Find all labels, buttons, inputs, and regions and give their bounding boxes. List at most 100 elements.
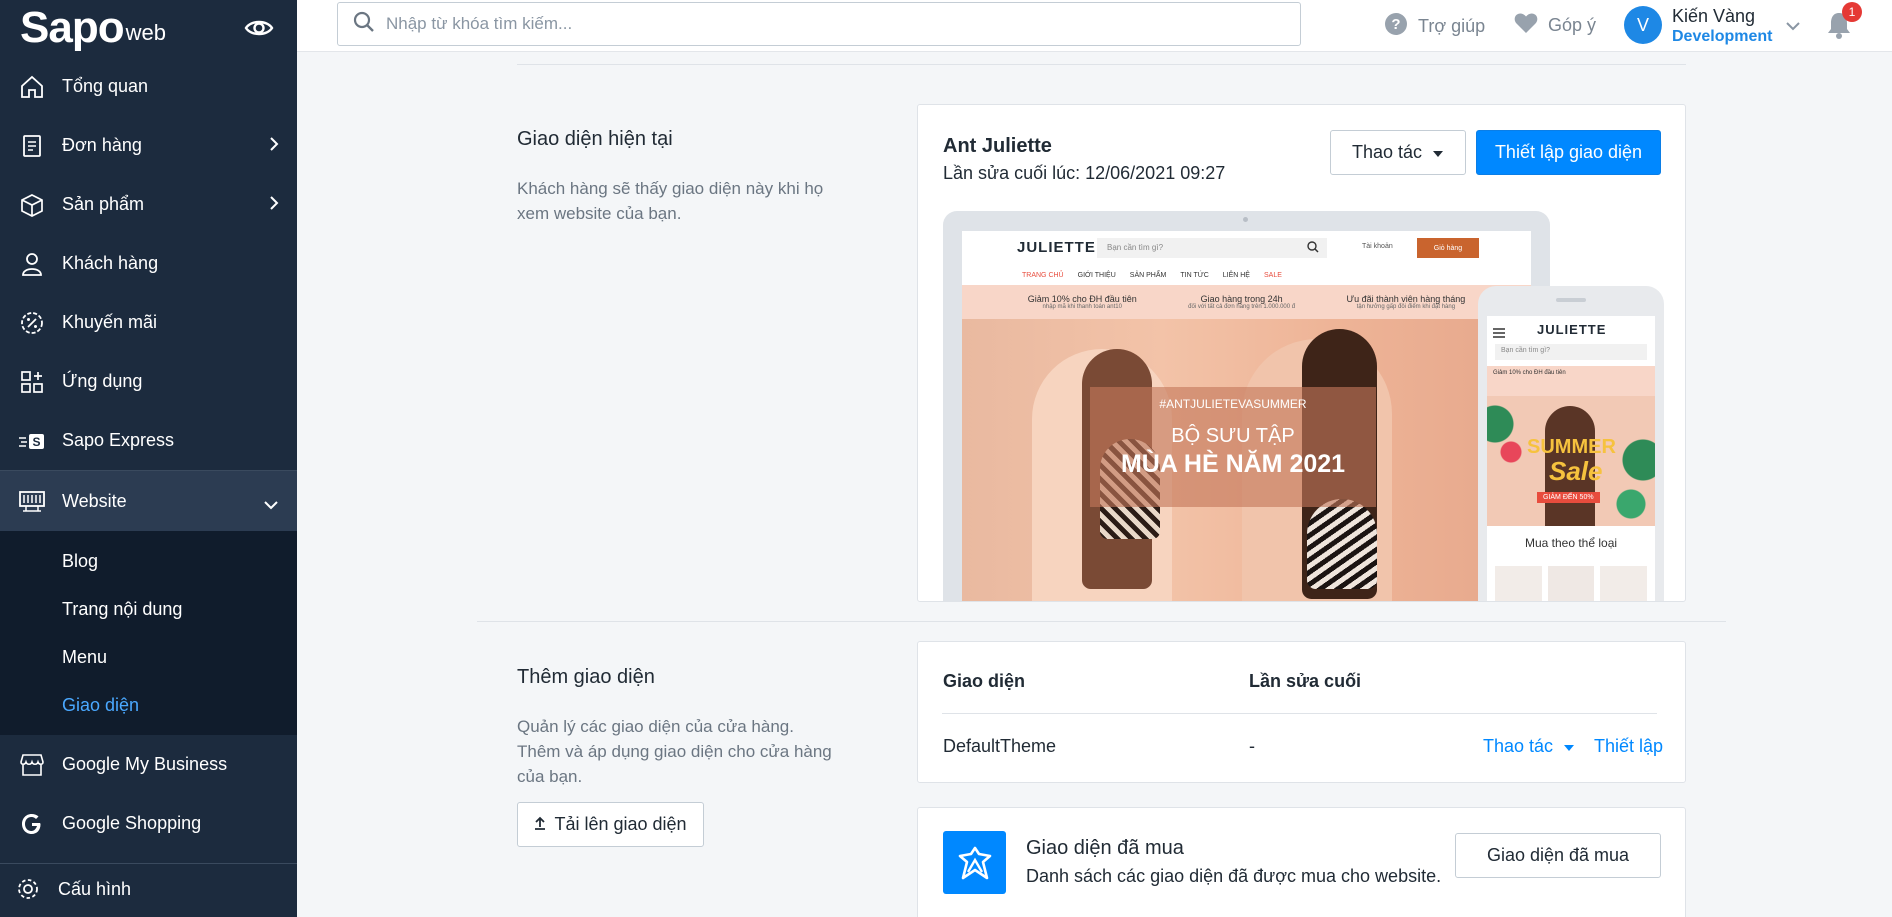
- divider: [517, 64, 1686, 65]
- preview-account: Tài khoản: [1362, 243, 1393, 250]
- theme-name: Ant Juliette: [943, 135, 1052, 157]
- preview-search: Bạn cần tìm gì?: [1097, 238, 1327, 258]
- mobile-preview-screen: JULIETTE Bạn cần tìm gì? Giảm 10% cho ĐH…: [1487, 316, 1655, 601]
- eye-icon[interactable]: [244, 14, 274, 47]
- theme-row-name: DefaultTheme: [943, 736, 1057, 756]
- sidebar-item-label: Google My Business: [62, 754, 228, 774]
- submenu-item-themes[interactable]: Giao diện: [0, 681, 297, 729]
- theme-action-button[interactable]: Thao tác: [1330, 130, 1466, 175]
- notification-badge: 1: [1842, 2, 1862, 22]
- promo-sub: nhập mã khi thanh toán ant10: [1042, 304, 1122, 310]
- home-icon: [18, 73, 46, 101]
- preview-nav-item: TIN TỨC: [1180, 271, 1209, 279]
- mobile-sale-badge: GIẢM ĐẾN 50%: [1537, 492, 1600, 503]
- sidebar-item-website[interactable]: Website: [0, 471, 297, 531]
- submenu-item-menu[interactable]: Menu: [0, 633, 297, 681]
- chevron-right-icon: [269, 136, 279, 157]
- search-box[interactable]: [337, 2, 1301, 46]
- promo-sub: đối với tất cả đơn hàng trên 1.000.000 đ: [1188, 304, 1296, 310]
- search-icon: [352, 10, 376, 39]
- banner-main: MÙA HÈ NĂM 2021: [1120, 450, 1346, 478]
- hamburger-icon: [1493, 325, 1505, 343]
- banner-sub: BỘ SƯU TẬP: [1171, 425, 1295, 447]
- store-icon: [18, 751, 46, 779]
- bought-title: Giao diện đã mua: [1026, 837, 1184, 859]
- sidebar-item-orders[interactable]: Đơn hàng: [0, 116, 297, 175]
- chevron-down-icon: [263, 494, 279, 515]
- banner-tag: #ANTJULIETEVASUMMER: [1159, 397, 1307, 411]
- sidebar-item-label: Google Shopping: [62, 813, 202, 833]
- sidebar-item-config[interactable]: Cấu hình: [0, 864, 297, 914]
- bought-desc: Danh sách các giao diện đã được mua cho …: [1026, 866, 1442, 886]
- banner-text-box: #ANTJULIETEVASUMMER BỘ SƯU TẬP MÙA HÈ NĂ…: [1090, 387, 1376, 507]
- bought-themes-card: Giao diện đã mua Danh sách các giao diện…: [917, 807, 1686, 917]
- bought-themes-button[interactable]: Giao diện đã mua: [1455, 833, 1661, 878]
- svg-text:S: S: [32, 435, 40, 449]
- logo-sub: web: [125, 20, 166, 45]
- submenu-item-pages[interactable]: Trang nội dung: [0, 585, 297, 633]
- upload-theme-label: Tải lên giao diện: [554, 814, 687, 834]
- submenu-item-blog[interactable]: Blog: [0, 537, 297, 585]
- sidebar-item-google-shopping[interactable]: Google Shopping: [0, 794, 297, 853]
- preview-nav-item: GIỚI THIỆU: [1077, 271, 1116, 279]
- preview-promo-bar: Giảm 10% cho ĐH đầu tiên nhập mã khi than…: [962, 285, 1531, 319]
- feedback-label: Góp ý: [1548, 15, 1597, 35]
- preview-logo: JULIETTE: [1017, 239, 1096, 256]
- column-header-theme: Giao diện: [943, 671, 1026, 691]
- preview-nav: TRANG CHỦ GIỚI THIỆU SẢN PHẨM TIN TỨC LI…: [962, 265, 1531, 285]
- help-icon: ?: [1384, 12, 1418, 41]
- topbar: ? Trợ giúp Góp ý V Kiến Vàng Development…: [297, 0, 1892, 52]
- sidebar-item-sapo-express[interactable]: S Sapo Express: [0, 411, 297, 470]
- feedback-link[interactable]: Góp ý: [1514, 12, 1596, 39]
- chevron-right-icon: [269, 195, 279, 216]
- express-icon: S: [18, 427, 46, 455]
- chevron-down-icon[interactable]: [1785, 18, 1801, 36]
- sidebar-item-promotions[interactable]: Khuyến mãi: [0, 293, 297, 352]
- current-theme-desc-1: Khách hàng sẽ thấy giao diện này khi họ: [517, 179, 824, 198]
- theme-row-action-label: Thao tác: [1483, 736, 1554, 756]
- promo-title: Giao hàng trong 24h: [1200, 294, 1283, 304]
- theme-last-edited: Lần sửa cuối lúc: 12/06/2021 09:27: [943, 163, 1226, 183]
- sidebar-item-google-my-business[interactable]: Google My Business: [0, 735, 297, 794]
- divider: [477, 621, 1726, 622]
- preview-nav-item: SALE: [1263, 271, 1282, 279]
- help-link[interactable]: ? Trợ giúp: [1384, 12, 1485, 41]
- mobile-sale-text: Sale: [1549, 456, 1603, 486]
- theme-row-setup-link[interactable]: Thiết lập: [1594, 736, 1663, 757]
- sidebar-item-label: Đơn hàng: [62, 135, 142, 155]
- mobile-preview-promo: Giảm 10% cho ĐH đầu tiên: [1487, 366, 1655, 396]
- heart-icon: [1514, 12, 1548, 39]
- search-input[interactable]: [386, 14, 1266, 34]
- caret-down-icon: [1432, 142, 1444, 163]
- current-theme-title: Giao diện hiện tại: [517, 128, 673, 150]
- add-theme-desc-2: Thêm và áp dụng giao diện cho cửa hàng: [517, 742, 832, 761]
- upload-theme-button[interactable]: Tải lên giao diện: [517, 802, 704, 847]
- sidebar-item-products[interactable]: Sản phẩm: [0, 175, 297, 234]
- table-divider: [942, 713, 1657, 714]
- setup-theme-button[interactable]: Thiết lập giao diện: [1476, 130, 1661, 175]
- desktop-preview-screen: JULIETTE Bạn cần tìm gì? Tài khoản Giỏ h…: [962, 231, 1531, 601]
- theme-row-action-dropdown[interactable]: Thao tác: [1483, 736, 1575, 757]
- sidebar-item-label: Cấu hình: [58, 878, 132, 899]
- theme-action-label: Thao tác: [1351, 142, 1423, 162]
- column-header-last-edited: Lần sửa cuối: [1249, 671, 1362, 691]
- sidebar-item-label: Khách hàng: [62, 253, 159, 273]
- sidebar-item-customers[interactable]: Khách hàng: [0, 234, 297, 293]
- caret-down-icon: [1563, 736, 1575, 757]
- sidebar-item-apps[interactable]: Ứng dụng: [0, 352, 297, 411]
- mobile-preview[interactable]: JULIETTE Bạn cần tìm gì? Giảm 10% cho ĐH…: [1478, 286, 1664, 601]
- logo-text: Sapo: [20, 3, 125, 52]
- sidebar-item-label: Khuyến mãi: [62, 312, 158, 332]
- preview-search-icon: [1306, 240, 1320, 259]
- apps-icon: [18, 368, 46, 396]
- google-icon: [18, 810, 46, 838]
- preview-banner: #ANTJULIETEVASUMMER BỘ SƯU TẬP MÙA HÈ NĂ…: [962, 319, 1531, 601]
- current-theme-desc-2: xem website của bạn.: [517, 204, 682, 223]
- user-name[interactable]: Kiến Vàng: [1672, 6, 1755, 27]
- desktop-preview[interactable]: JULIETTE Bạn cần tìm gì? Tài khoản Giỏ h…: [943, 211, 1550, 601]
- avatar[interactable]: V: [1624, 6, 1662, 44]
- themes-table-card: Giao diện Lần sửa cuối DefaultTheme - Th…: [917, 641, 1686, 783]
- mobile-preview-search: Bạn cần tìm gì?: [1495, 344, 1647, 360]
- upload-icon: [534, 814, 546, 835]
- sidebar-item-overview[interactable]: Tổng quan: [0, 57, 297, 116]
